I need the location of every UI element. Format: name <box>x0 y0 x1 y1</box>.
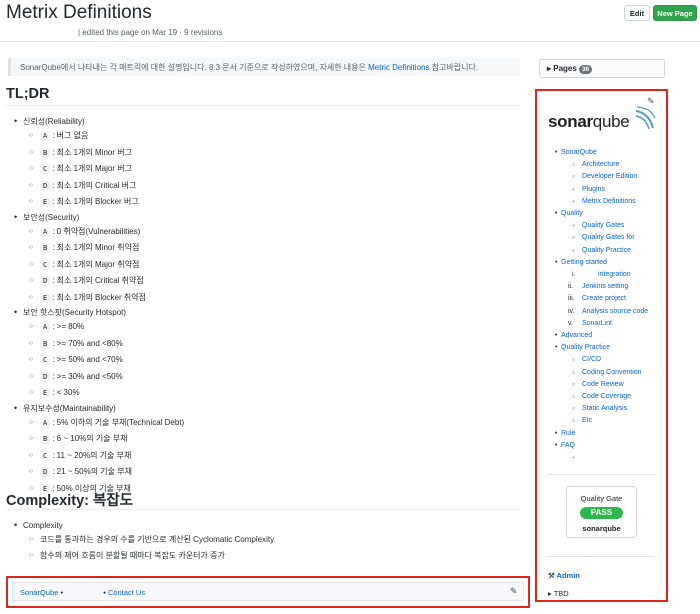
list-item: B: >= 70% and <80% <box>29 336 184 353</box>
sidebar-item-integration[interactable]: i. integration <box>561 269 648 281</box>
quality-gate-status: PASS <box>580 507 623 519</box>
complexity-list: Complexity 코드를 통과하는 경우의 수를 기반으로 계산된 Cycl… <box>14 519 274 563</box>
complexity-divider <box>6 509 520 510</box>
sidebar-item-metrix-definitions[interactable]: Metrix Definitions <box>561 196 648 208</box>
list-item: 함수의 제어 흐름이 분할될 때마다 복잡도 카운터가 증가 <box>29 548 274 564</box>
list-item-hotspot: 보안 핫스팟(Security Hotspot) A: >= 80% B: >=… <box>14 306 184 402</box>
sidebar-item-advanced[interactable]: Advanced <box>555 330 648 342</box>
metric-definitions-link[interactable]: Metric Definitions <box>368 63 429 72</box>
list-item: D: 최소 1개의 Critical 버그 <box>29 178 184 195</box>
sidebar-item-jenkins-setting[interactable]: ii. Jenkins setting <box>561 281 648 293</box>
sidebar-item-getting-started[interactable]: Getting started i.integration ii.Jenkins… <box>555 257 648 330</box>
list-item: B: 6 ~ 10%의 기술 부채 <box>29 431 184 448</box>
list-item: C: >= 50% and <70% <box>29 352 184 369</box>
sidebar-item-quality-practice-group[interactable]: Quality Practice CI/CD Coding Convention… <box>555 342 648 428</box>
list-item: C: 최소 1개의 Major 취약점 <box>29 257 184 274</box>
sidebar-item-analysis-source-code[interactable]: iv. Analysis source code <box>561 306 648 318</box>
list-item: A: >= 80% <box>29 319 184 336</box>
list-item: C: 11 ~ 20%의 기술 부채 <box>29 448 184 465</box>
quality-gate-badge[interactable]: Quality Gate PASS sonarqube <box>566 486 637 538</box>
list-item: A: 0 취약점(Vulnerabilities) <box>29 224 184 241</box>
sidebar-item-ci-cd[interactable]: CI/CD <box>561 354 648 366</box>
edit-footer-pencil-icon[interactable]: ✎ <box>510 586 518 597</box>
list-item-maintainability: 유지보수성(Maintainability) A: 5% 이하의 기술 부채(T… <box>14 402 184 498</box>
list-item: B: 최소 1개의 Minor 취약점 <box>29 240 184 257</box>
sidebar-item-static-analysis[interactable]: Static Analysis <box>561 403 648 415</box>
sidebar-item-plugins[interactable]: Plugins <box>561 184 648 196</box>
sidebar-divider <box>548 556 655 557</box>
new-page-button[interactable]: New Page <box>653 5 697 21</box>
footer-sonarqube-link[interactable]: SonarQube <box>20 588 58 597</box>
sidebar-item-rule[interactable]: Rule <box>555 428 648 440</box>
sidebar-item-quality[interactable]: Quality Quality Gates Quality Gates for … <box>555 208 648 257</box>
revision-meta: | edited this page on Mar 19 · 9 revisio… <box>78 28 223 37</box>
complexity-heading: Complexity: 복잡도 <box>6 493 134 509</box>
list-item: E: 최소 1개의 Blocker 취약점 <box>29 290 184 307</box>
list-item: A: 5% 이하의 기술 부채(Technical Debt) <box>29 415 184 432</box>
sidebar-item-sonarqube[interactable]: SonarQube Architecture Developer Edition… <box>555 147 648 208</box>
footer-contact-link[interactable]: Contact Us <box>108 588 145 597</box>
intro-suffix: 참고바랍니다. <box>429 63 479 72</box>
sidebar-item-code-review[interactable]: Code Review <box>561 379 648 391</box>
sonarqube-logo: sonarqube <box>548 112 630 131</box>
list-item: B: 최소 1개의 Minor 버그 <box>29 145 184 162</box>
sidebar-item-architecture[interactable]: Architecture <box>561 159 648 171</box>
list-item-reliability: 신뢰성(Reliability) A: 버그 없음 B: 최소 1개의 Mino… <box>14 115 184 211</box>
list-item: C: 최소 1개의 Major 버그 <box>29 161 184 178</box>
sonarqube-waves-icon <box>635 106 656 130</box>
list-item-security: 보안성(Security) A: 0 취약점(Vulnerabilities) … <box>14 211 184 307</box>
tldr-list: 신뢰성(Reliability) A: 버그 없음 B: 최소 1개의 Mino… <box>14 115 184 497</box>
list-item: D: 최소 1개의 Critical 취약점 <box>29 273 184 290</box>
sidebar-item-quality-practice[interactable]: Quality Practice <box>561 245 648 257</box>
sidebar-item-empty <box>561 452 648 464</box>
sidebar-divider <box>548 474 655 475</box>
sidebar-item-sonarlint[interactable]: v. SonarLint <box>561 318 648 330</box>
list-item-complexity: Complexity 코드를 통과하는 경우의 수를 기반으로 계산된 Cycl… <box>14 519 274 563</box>
sidebar-item-developer-edition[interactable]: Developer Edition <box>561 171 648 183</box>
tbd-toggle[interactable]: ▸ TBD <box>548 589 569 598</box>
pages-count-badge: 36 <box>578 65 593 74</box>
quality-gate-title: Quality Gate <box>580 494 623 503</box>
tldr-heading: TL;DR <box>6 86 50 102</box>
tools-icon: ⚒ <box>548 571 557 580</box>
wiki-footer: SonarQube • • Contact Us <box>12 582 524 601</box>
intro-text: SonarQube에서 나타내는 각 매트릭에 대한 설명입니다. 8.3 문서… <box>20 63 369 72</box>
header-divider <box>0 41 700 42</box>
intro-blockquote: SonarQube에서 나타내는 각 매트릭에 대한 설명입니다. 8.3 문서… <box>8 58 520 76</box>
quality-gate-logo: sonarqube <box>582 524 621 533</box>
sidebar-item-quality-gates-for[interactable]: Quality Gates for <box>561 232 648 244</box>
sidebar-item-code-coverage[interactable]: Code Coverage <box>561 391 648 403</box>
page-title: Metrix Definitions <box>6 2 152 23</box>
list-item: 코드를 통과하는 경우의 수를 기반으로 계산된 Cyclomatic Comp… <box>29 532 274 548</box>
list-item: D: >= 30% and <50% <box>29 369 184 386</box>
list-item: A: 버그 없음 <box>29 128 184 145</box>
admin-link[interactable]: ⚒ Admin <box>548 571 580 580</box>
sidebar-nav: SonarQube Architecture Developer Edition… <box>555 147 648 464</box>
list-item: E: < 30% <box>29 385 184 402</box>
sidebar-item-create-project[interactable]: iii. Create project <box>561 293 648 305</box>
sidebar-item-faq[interactable]: FAQ <box>555 440 648 465</box>
sidebar-item-etc[interactable]: Etc <box>561 415 648 427</box>
pages-toggle[interactable]: ▸ Pages 36 <box>539 59 665 78</box>
list-item: D: 21 ~ 50%의 기술 부채 <box>29 464 184 481</box>
sidebar-item-quality-gates[interactable]: Quality Gates <box>561 220 648 232</box>
tldr-divider <box>6 105 520 106</box>
list-item: E: 최소 1개의 Blocker 버그 <box>29 194 184 211</box>
edit-button[interactable]: Edit <box>624 5 650 21</box>
sidebar-item-coding-convention[interactable]: Coding Convention <box>561 367 648 379</box>
